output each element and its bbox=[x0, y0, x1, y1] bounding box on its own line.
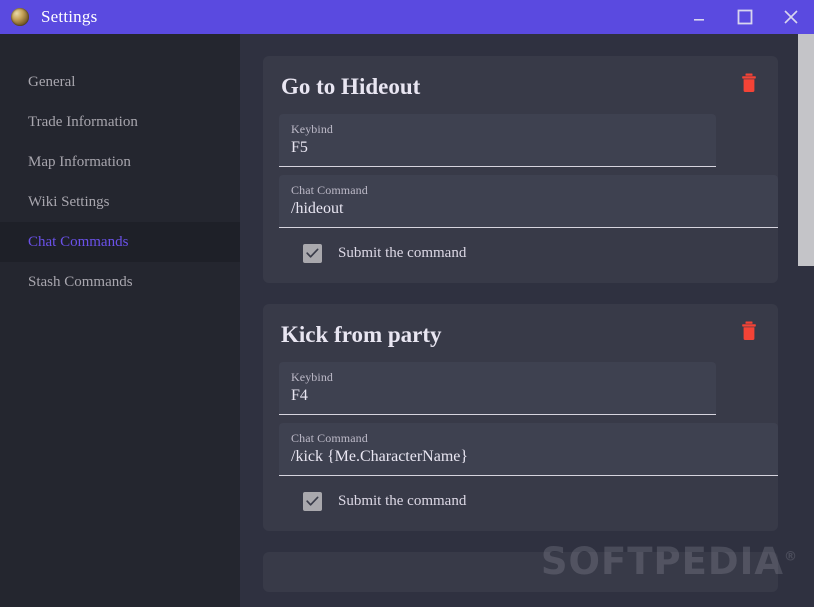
sidebar-item-label: Trade Information bbox=[28, 113, 138, 130]
command-card-list: Go to Hideout Keybind F5 Chat Command /h… bbox=[240, 56, 798, 607]
keybind-input[interactable]: Keybind F4 bbox=[279, 362, 716, 415]
keybind-input[interactable]: Keybind F5 bbox=[279, 114, 716, 167]
trash-icon[interactable] bbox=[740, 73, 758, 95]
sidebar-item-trade-information[interactable]: Trade Information bbox=[0, 102, 240, 142]
chat-command-value: /hideout bbox=[291, 200, 344, 217]
chat-command-label: Chat Command bbox=[291, 431, 368, 445]
sidebar-item-label: General bbox=[28, 73, 76, 90]
submit-command-label: Submit the command bbox=[338, 245, 467, 261]
chat-command-value: /kick {Me.CharacterName} bbox=[291, 448, 469, 465]
maximize-button[interactable] bbox=[722, 0, 768, 34]
submit-command-checkbox[interactable] bbox=[303, 492, 322, 511]
scrollbar-thumb[interactable] bbox=[798, 34, 814, 266]
sidebar-item-general[interactable]: General bbox=[0, 62, 240, 102]
keybind-value: F4 bbox=[291, 387, 308, 404]
command-card: Kick from party Keybind F4 Chat Command … bbox=[263, 304, 778, 531]
window-controls bbox=[676, 0, 814, 34]
command-card bbox=[263, 552, 778, 592]
sidebar-item-label: Map Information bbox=[28, 153, 131, 170]
sidebar-item-map-information[interactable]: Map Information bbox=[0, 142, 240, 182]
sidebar-top-spacer bbox=[0, 34, 240, 62]
chat-command-input[interactable]: Chat Command /kick {Me.CharacterName} bbox=[279, 423, 778, 476]
submit-command-checkbox[interactable] bbox=[303, 244, 322, 263]
sidebar: General Trade Information Map Informatio… bbox=[0, 34, 240, 607]
sidebar-item-label: Chat Commands bbox=[28, 233, 129, 250]
close-button[interactable] bbox=[768, 0, 814, 34]
title-bar: Settings bbox=[0, 0, 814, 34]
app-icon bbox=[11, 8, 29, 26]
scrollbar[interactable] bbox=[798, 34, 814, 607]
card-title: Kick from party bbox=[281, 322, 442, 347]
submit-command-row[interactable]: Submit the command bbox=[303, 244, 762, 263]
content-area: Go to Hideout Keybind F5 Chat Command /h… bbox=[240, 34, 814, 607]
keybind-label: Keybind bbox=[291, 370, 334, 384]
sidebar-item-chat-commands[interactable]: Chat Commands bbox=[0, 222, 240, 262]
settings-window: Settings General Trade Information Map I… bbox=[0, 0, 814, 607]
window-body: General Trade Information Map Informatio… bbox=[0, 34, 814, 607]
sidebar-item-label: Wiki Settings bbox=[28, 193, 110, 210]
keybind-label: Keybind bbox=[291, 122, 334, 136]
trash-icon[interactable] bbox=[740, 321, 758, 343]
card-title: Go to Hideout bbox=[281, 74, 421, 99]
submit-command-row[interactable]: Submit the command bbox=[303, 492, 762, 511]
window-title: Settings bbox=[41, 7, 98, 26]
sidebar-item-stash-commands[interactable]: Stash Commands bbox=[0, 262, 240, 302]
keybind-value: F5 bbox=[291, 139, 308, 156]
sidebar-item-label: Stash Commands bbox=[28, 273, 133, 290]
chat-command-input[interactable]: Chat Command /hideout bbox=[279, 175, 778, 228]
sidebar-item-wiki-settings[interactable]: Wiki Settings bbox=[0, 182, 240, 222]
minimize-button[interactable] bbox=[676, 0, 722, 34]
keybind-field-row: Keybind F4 bbox=[279, 362, 762, 415]
submit-command-label: Submit the command bbox=[338, 493, 467, 509]
command-card: Go to Hideout Keybind F5 Chat Command /h… bbox=[263, 56, 778, 283]
keybind-field-row: Keybind F5 bbox=[279, 114, 762, 167]
chat-command-label: Chat Command bbox=[291, 183, 368, 197]
